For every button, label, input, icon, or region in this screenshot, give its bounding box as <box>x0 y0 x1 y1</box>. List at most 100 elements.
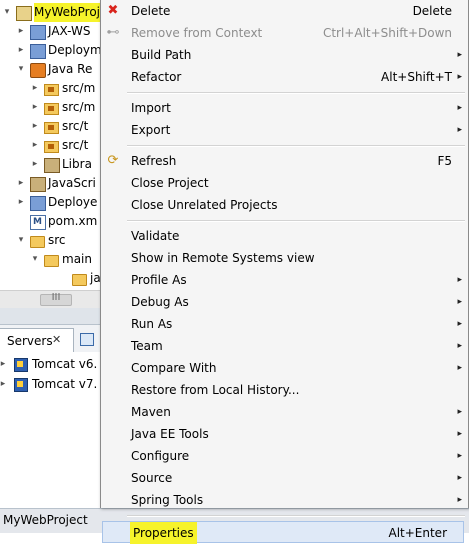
menu-item-label: Source <box>131 471 173 485</box>
menu-item-debug-as[interactable]: Debug As ▸ <box>101 291 468 313</box>
tree-item-label: Deploye <box>48 195 98 209</box>
submenu-arrow-icon: ▸ <box>457 297 462 307</box>
submenu-arrow-icon: ▸ <box>457 50 462 60</box>
chevron-right-icon[interactable]: ▸ <box>0 354 8 374</box>
menu-item-restore-from-local-history[interactable]: Restore from Local History... <box>101 379 468 401</box>
submenu-arrow-icon: ▸ <box>457 125 462 135</box>
menu-item-label: Close Project <box>131 176 209 190</box>
menu-item-properties[interactable]: Properties Alt+Enter <box>102 521 464 544</box>
menu-item-configure[interactable]: Configure ▸ <box>101 445 468 467</box>
menu-item-refresh[interactable]: ⟳ Refresh F5 <box>101 150 468 172</box>
menu-item-profile-as[interactable]: Profile As ▸ <box>101 269 468 291</box>
minimize-view-icon[interactable] <box>80 333 94 346</box>
menu-separator <box>127 220 465 222</box>
submenu-arrow-icon: ▸ <box>457 495 462 505</box>
tree-item-label: Libra <box>62 157 92 171</box>
submenu-arrow-icon: ▸ <box>457 72 462 82</box>
menu-item-close-project[interactable]: Close Project <box>101 172 468 194</box>
chevron-right-icon[interactable]: ▸ <box>30 136 40 155</box>
submenu-arrow-icon: ▸ <box>457 407 462 417</box>
menu-item-label: Build Path <box>131 48 192 62</box>
menu-item-delete[interactable]: ✖ Delete Delete <box>101 0 468 22</box>
menu-item-shortcut: Alt+Shift+T <box>381 70 452 84</box>
menu-item-run-as[interactable]: Run As ▸ <box>101 313 468 335</box>
source-folder-icon <box>44 122 59 134</box>
chevron-down-icon[interactable]: ▾ <box>16 60 26 79</box>
deployed-resources-icon <box>30 196 46 211</box>
chevron-down-icon[interactable]: ▾ <box>16 231 26 250</box>
tree-item-label: pom.xm <box>48 214 98 228</box>
menu-item-label: Import <box>131 101 171 115</box>
tab-servers-label: Servers <box>7 334 53 348</box>
close-icon[interactable]: ✕ <box>52 333 61 346</box>
menu-item-label: Spring Tools <box>131 493 204 507</box>
chevron-down-icon[interactable]: ▾ <box>30 250 40 269</box>
horizontal-scrollbar[interactable]: III <box>0 290 100 308</box>
menu-separator <box>127 515 465 517</box>
tree-item-label: src <box>48 233 66 247</box>
chevron-right-icon[interactable]: ▸ <box>30 155 40 174</box>
menu-item-label: Configure <box>131 449 190 463</box>
menu-item-source[interactable]: Source ▸ <box>101 467 468 489</box>
tree-item-label: JavaScri <box>48 176 96 190</box>
folder-icon <box>72 274 87 286</box>
menu-item-validate[interactable]: Validate <box>101 225 468 247</box>
submenu-arrow-icon: ▸ <box>457 451 462 461</box>
menu-item-close-unrelated-projects[interactable]: Close Unrelated Projects <box>101 194 468 216</box>
menu-item-build-path[interactable]: Build Path ▸ <box>101 44 468 66</box>
source-folder-icon <box>44 103 59 115</box>
menu-item-compare-with[interactable]: Compare With ▸ <box>101 357 468 379</box>
status-text: MyWebProject <box>3 513 88 527</box>
tree-item-label: src/t <box>62 119 89 133</box>
tree-item-label: main <box>62 252 92 266</box>
menu-item-shortcut: F5 <box>437 154 452 168</box>
chevron-right-icon[interactable]: ▸ <box>16 41 26 60</box>
menu-item-maven[interactable]: Maven ▸ <box>101 401 468 423</box>
menu-item-label: Run As <box>131 317 173 331</box>
refresh-icon: ⟳ <box>107 153 119 168</box>
servers-view-header: Servers ✕ <box>0 324 100 354</box>
tab-servers[interactable]: Servers ✕ <box>0 328 74 352</box>
submenu-arrow-icon: ▸ <box>457 103 462 113</box>
submenu-arrow-icon: ▸ <box>457 429 462 439</box>
project-icon <box>16 6 32 21</box>
chevron-right-icon[interactable]: ▸ <box>16 174 26 193</box>
chevron-right-icon[interactable]: ▸ <box>30 79 40 98</box>
menu-item-java-ee-tools[interactable]: Java EE Tools ▸ <box>101 423 468 445</box>
menu-item-label: Close Unrelated Projects <box>131 198 278 212</box>
tree-item-label: Java Re <box>48 62 93 76</box>
menu-item-label: Refactor <box>131 70 182 84</box>
menu-item-label: Restore from Local History... <box>131 383 300 397</box>
menu-item-export[interactable]: Export ▸ <box>101 119 468 141</box>
source-folder-icon <box>44 141 59 153</box>
submenu-arrow-icon: ▸ <box>457 363 462 373</box>
chevron-right-icon[interactable]: ▸ <box>16 22 26 41</box>
chevron-right-icon[interactable]: ▸ <box>30 117 40 136</box>
menu-item-label: Compare With <box>131 361 217 375</box>
chevron-right-icon[interactable]: ▸ <box>30 98 40 117</box>
remove-context-icon: ⊷ <box>106 25 120 40</box>
tree-item-label: src/m <box>62 81 96 95</box>
server-label: Tomcat v7. <box>32 377 98 391</box>
scrollbar-grip[interactable]: III <box>40 292 72 306</box>
menu-item-label: Export <box>131 123 171 137</box>
chevron-right-icon[interactable]: ▸ <box>16 193 26 212</box>
chevron-down-icon[interactable]: ▾ <box>2 3 12 22</box>
chevron-right-icon[interactable]: ▸ <box>0 374 8 394</box>
menu-item-shortcut: Alt+Enter <box>388 526 447 540</box>
menu-item-refactor[interactable]: Refactor Alt+Shift+T ▸ <box>101 66 468 88</box>
context-menu: ✖ Delete Delete ⊷ Remove from Context Ctrl+Al… <box>100 0 469 544</box>
menu-item-label: Delete <box>131 4 171 18</box>
scrollbar-grip-mark: III <box>51 292 61 303</box>
tree-item-label: src/m <box>62 100 96 114</box>
menu-item-label: Show in Remote Systems view <box>131 251 315 265</box>
menu-item-spring-tools[interactable]: Spring Tools ▸ <box>101 489 468 511</box>
library-icon <box>44 158 60 173</box>
submenu-arrow-icon: ▸ <box>457 275 462 285</box>
deployment-descriptor-icon <box>30 44 46 59</box>
menu-item-import[interactable]: Import ▸ <box>101 97 468 119</box>
menu-item-team[interactable]: Team ▸ <box>101 335 468 357</box>
tree-item-label: Deploym <box>48 43 102 57</box>
menu-item-show-in-remote-systems-view[interactable]: Show in Remote Systems view <box>101 247 468 269</box>
menu-item-label: Properties <box>130 522 197 544</box>
